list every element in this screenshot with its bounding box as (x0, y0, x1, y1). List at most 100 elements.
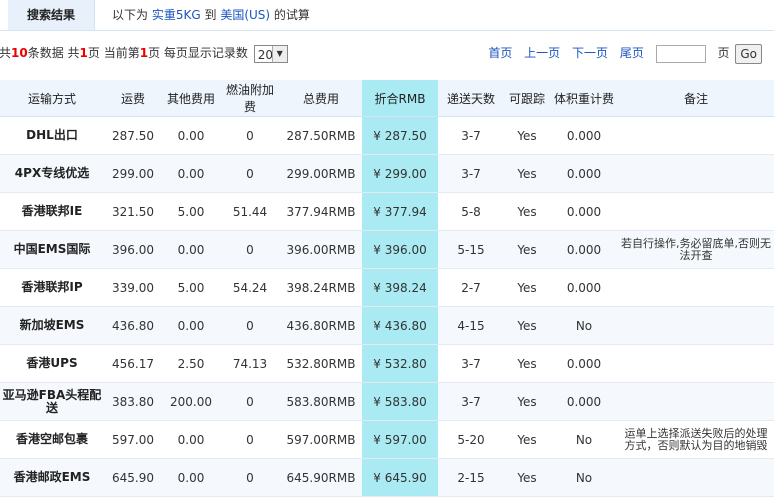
col-header-fuel[interactable]: 燃油附加费 (220, 80, 280, 117)
table-row[interactable]: 4PX专线优选 299.00 0.00 0 299.00RMB ¥ 299.00 3-7 Ye… (0, 154, 774, 193)
page-count: 1 (79, 46, 88, 60)
col-header-rmb[interactable]: 折合RMB (362, 80, 438, 117)
table-row[interactable]: 新加坡EMS 436.80 0.00 0 436.80RMB ¥ 436.80 4-15 Ye… (0, 306, 774, 345)
next-page-link[interactable]: 下一页 (572, 46, 608, 60)
page-size-select[interactable]: 20 ▼ (253, 44, 288, 63)
cell-other: 0.00 (162, 154, 220, 193)
cell-note (618, 306, 774, 345)
table-row[interactable]: 香港空邮包裹 597.00 0.00 0 597.00RMB ¥ 597.00 5-20 Ye… (0, 420, 774, 459)
pager-nav: 首页 上一页 下一页 尾页 页 Go (480, 40, 762, 66)
cell-total: 398.24RMB (280, 268, 362, 307)
cell-fuel: 0 (220, 230, 280, 269)
cell-volume: No (550, 420, 618, 459)
cell-volume: No (550, 458, 618, 497)
cell-volume: 0.000 (550, 154, 618, 193)
cell-fee: 396.00 (104, 230, 162, 269)
cell-rmb: ¥ 396.00 (362, 230, 438, 269)
cell-note (618, 382, 774, 421)
page-size-value: 20 (257, 47, 274, 62)
cell-rmb: ¥ 436.80 (362, 306, 438, 345)
cell-fee: 436.80 (104, 306, 162, 345)
cell-fuel: 51.44 (220, 192, 280, 231)
query-suffix: 的试算 (273, 8, 310, 22)
cell-volume: 0.000 (550, 116, 618, 155)
table-row[interactable]: 亚马逊FBA头程配送 383.80 200.00 0 583.80RMB ¥ 583.80… (0, 382, 774, 421)
cell-method: 香港空邮包裹 (0, 420, 104, 459)
weight-link[interactable]: 实重5KG (152, 8, 201, 22)
cell-total: 583.80RMB (280, 382, 362, 421)
cell-total: 396.00RMB (280, 230, 362, 269)
cell-fuel: 0 (220, 382, 280, 421)
pager-text: 页 当前第 (87, 46, 140, 60)
cell-method: 香港邮政EMS (0, 458, 104, 497)
query-to: 到 (204, 8, 217, 22)
query-summary: 以下为 实重5KG 到 美国(US) 的试算 (112, 0, 310, 30)
last-page-link[interactable]: 尾页 (620, 46, 644, 60)
page-suffix: 页 (717, 46, 730, 60)
col-header-total[interactable]: 总费用 (280, 80, 362, 117)
col-header-fee[interactable]: 运费 (104, 80, 162, 117)
page-number-input[interactable] (655, 44, 706, 63)
cell-days: 3-7 (438, 344, 504, 383)
cell-track: Yes (504, 458, 550, 497)
col-header-track[interactable]: 可跟踪 (504, 80, 550, 117)
cell-other: 0.00 (162, 420, 220, 459)
query-prefix: 以下为 (112, 8, 149, 22)
table-row[interactable]: 香港联邦IE 321.50 5.00 51.44 377.94RMB ¥ 377.94 5-… (0, 192, 774, 231)
cell-fuel: 74.13 (220, 344, 280, 383)
pager-bar: 共10条数据 共1页 当前第1页 每页显示记录数 20 ▼ 首页 上一页 下一页 … (0, 40, 774, 66)
first-page-link[interactable]: 首页 (488, 46, 512, 60)
chevron-down-icon: ▼ (271, 45, 287, 62)
cell-track: Yes (504, 230, 550, 269)
col-header-other[interactable]: 其他费用 (162, 80, 220, 117)
cell-note (618, 154, 774, 193)
col-header-days[interactable]: 递送天数 (438, 80, 504, 117)
cell-method: 4PX专线优选 (0, 154, 104, 193)
cell-rmb: ¥ 398.24 (362, 268, 438, 307)
cell-fuel: 0 (220, 154, 280, 193)
cell-days: 4-15 (438, 306, 504, 345)
table-row[interactable]: 香港UPS 456.17 2.50 74.13 532.80RMB ¥ 532.80 3-7… (0, 344, 774, 383)
cell-volume: No (550, 306, 618, 345)
cell-track: Yes (504, 192, 550, 231)
cell-days: 2-7 (438, 268, 504, 307)
destination-link[interactable]: 美国(US) (220, 8, 270, 22)
cell-total: 597.00RMB (280, 420, 362, 459)
cell-volume: 0.000 (550, 344, 618, 383)
col-header-method[interactable]: 运输方式 (0, 80, 104, 117)
cell-track: Yes (504, 382, 550, 421)
cell-total: 436.80RMB (280, 306, 362, 345)
search-results-tab[interactable]: 搜索结果 (8, 0, 95, 30)
cell-fuel: 0 (220, 116, 280, 155)
cell-rmb: ¥ 645.90 (362, 458, 438, 497)
cell-days: 3-7 (438, 154, 504, 193)
cell-days: 5-15 (438, 230, 504, 269)
go-button[interactable]: Go (735, 43, 762, 64)
table-row[interactable]: 中国EMS国际 396.00 0.00 0 396.00RMB ¥ 396.00 5-15 Y… (0, 230, 774, 269)
cell-note: 若自行操作,务必留底单,否则无法开查 (618, 230, 774, 269)
cell-fee: 383.80 (104, 382, 162, 421)
cell-method: DHL出口 (0, 116, 104, 155)
cell-rmb: ¥ 287.50 (362, 116, 438, 155)
col-header-volume[interactable]: 体积重计费 (550, 80, 618, 117)
cell-fee: 597.00 (104, 420, 162, 459)
current-page: 1 (139, 46, 149, 60)
cell-total: 377.94RMB (280, 192, 362, 231)
cell-track: Yes (504, 420, 550, 459)
cell-days: 3-7 (438, 382, 504, 421)
col-header-note: 备注 (618, 80, 774, 117)
table-row[interactable]: 香港邮政EMS 645.90 0.00 0 645.90RMB ¥ 645.90 2-15 Y… (0, 458, 774, 497)
cell-method: 中国EMS国际 (0, 230, 104, 269)
cell-total: 299.00RMB (280, 154, 362, 193)
table-row[interactable]: DHL出口 287.50 0.00 0 287.50RMB ¥ 287.50 3-7 Yes 0… (0, 116, 774, 155)
cell-track: Yes (504, 344, 550, 383)
cell-fee: 456.17 (104, 344, 162, 383)
table-row[interactable]: 香港联邦IP 339.00 5.00 54.24 398.24RMB ¥ 398.24 2-… (0, 268, 774, 307)
cell-fuel: 0 (220, 420, 280, 459)
cell-note (618, 344, 774, 383)
cell-note (618, 192, 774, 231)
total-count: 10 (11, 46, 28, 60)
cell-total: 532.80RMB (280, 344, 362, 383)
prev-page-link[interactable]: 上一页 (524, 46, 560, 60)
cell-method: 香港UPS (0, 344, 104, 383)
